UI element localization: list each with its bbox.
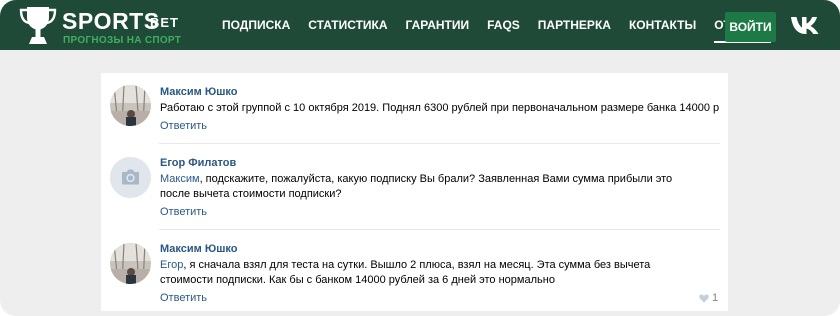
main-nav: ПОДПИСКА СТАТИСТИКА ГАРАНТИИ FAQS ПАРТНЕ… (222, 0, 789, 50)
nav-item-contacts[interactable]: КОНТАКТЫ (629, 0, 696, 50)
comment-author[interactable]: Егор Филатов (160, 157, 236, 169)
page-frame: SPORTS BET ПРОГНОЗЫ НА СПОРТ ПОДПИСКА СТ… (0, 0, 840, 316)
comment-author[interactable]: Максим Юшко (160, 243, 237, 255)
logo-name: SPORTS (62, 8, 160, 34)
reply-button[interactable]: Ответить (160, 120, 207, 132)
comment-text: Работаю с этой группой с 10 октября 2019… (160, 101, 720, 116)
comment-body: , подскажите, пожалуйста, какую подписку… (160, 173, 673, 200)
logo-suffix: BET (150, 15, 179, 30)
nav-item-subscription[interactable]: ПОДПИСКА (222, 0, 290, 50)
comment-author[interactable]: Максим Юшко (160, 86, 237, 98)
nav-item-guarantees[interactable]: ГАРАНТИИ (406, 0, 470, 50)
comment-item: Егор Филатов Максим, подскажите, пожалуй… (101, 144, 728, 229)
comment-body: Работаю с этой группой с 10 октября 2019… (160, 102, 720, 114)
like-button[interactable]: 1 (699, 292, 718, 304)
logo-tagline: ПРОГНОЗЫ НА СПОРТ (63, 35, 182, 46)
mention-link[interactable]: Егор (160, 259, 183, 271)
nav-item-faqs[interactable]: FAQS (487, 0, 520, 50)
comment-item: Максим Юшко Работаю с этой группой с 10 … (101, 73, 728, 143)
site-logo[interactable]: SPORTS BET ПРОГНОЗЫ НА СПОРТ (18, 4, 208, 46)
reply-button[interactable]: Ответить (160, 292, 207, 304)
avatar[interactable] (110, 157, 151, 198)
comment-text: Егор, я сначала взял для теста на сутки.… (160, 258, 700, 288)
login-button[interactable]: ВОЙТИ (725, 12, 776, 42)
like-count: 1 (712, 292, 719, 304)
vk-icon[interactable] (790, 15, 820, 35)
comment-item: Максим Юшко Егор, я сначала взял для тес… (101, 230, 728, 311)
comment-body: , я сначала взял для теста на сутки. Выш… (160, 259, 651, 286)
camera-placeholder-icon (110, 157, 151, 198)
comment-text: Максим, подскажите, пожалуйста, какую по… (160, 172, 685, 202)
avatar[interactable] (110, 85, 151, 126)
nav-item-statistics[interactable]: СТАТИСТИКА (308, 0, 387, 50)
avatar[interactable] (110, 243, 151, 284)
trophy-icon (19, 7, 57, 44)
mention-link[interactable]: Максим (160, 173, 200, 185)
heart-icon (699, 293, 709, 303)
site-header: SPORTS BET ПРОГНОЗЫ НА СПОРТ ПОДПИСКА СТ… (0, 0, 840, 50)
comments-card: Максим Юшко Работаю с этой группой с 10 … (101, 73, 728, 311)
reply-button[interactable]: Ответить (160, 206, 207, 218)
nav-item-partners[interactable]: ПАРТНЕРКА (538, 0, 611, 50)
